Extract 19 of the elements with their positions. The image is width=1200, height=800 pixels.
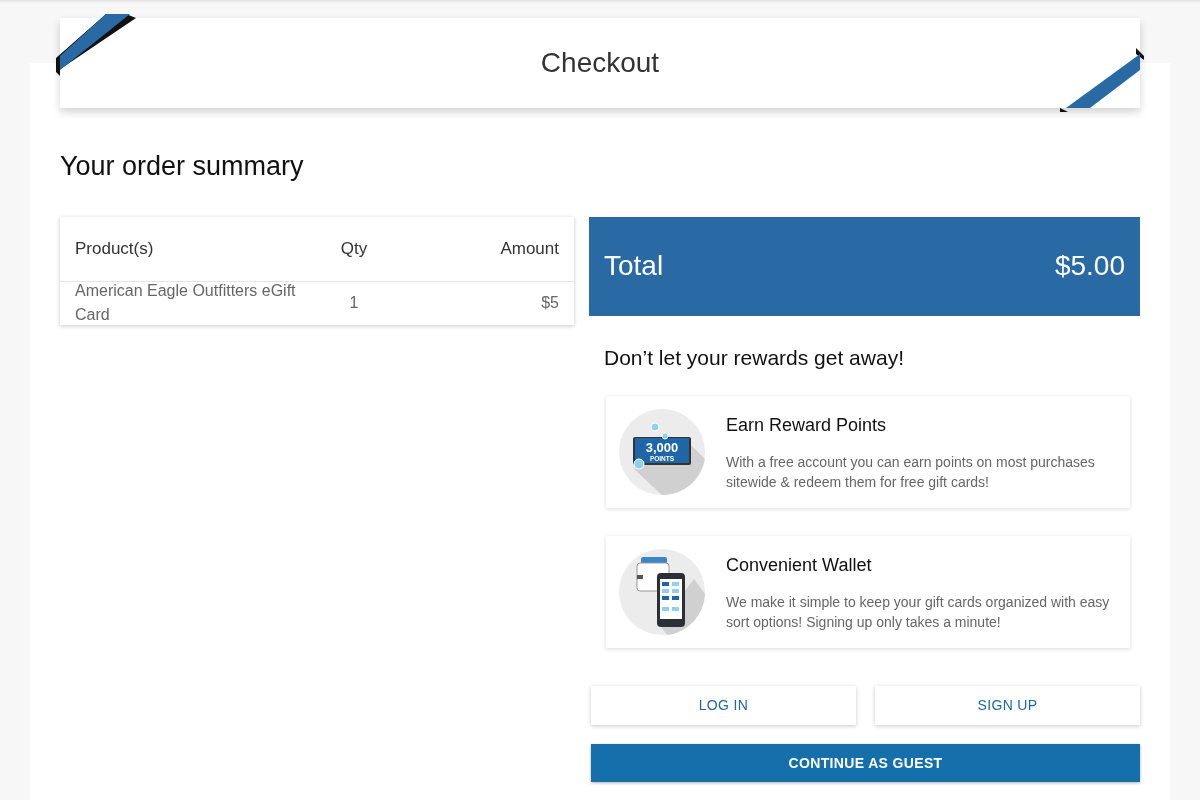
total-label: Total	[604, 249, 664, 283]
total-value: $5.00	[1054, 249, 1125, 283]
reward-title: Convenient Wallet	[726, 554, 872, 577]
column-header: Qty	[340, 238, 368, 258]
reward-description: We make it simple to keep your gift cards organized with easy sort options! Signing up only takes a minute!	[726, 593, 1110, 632]
account-button[interactable]: SIGN UP	[875, 686, 1140, 725]
column-header: Product(s)	[75, 238, 154, 258]
page-title: Checkout	[540, 46, 660, 80]
table-cell: 1	[349, 294, 359, 311]
rewards-heading: Don’t let your rewards get away!	[604, 344, 904, 371]
account-button[interactable]: LOG IN	[591, 686, 856, 725]
table-cell: $5	[541, 294, 559, 311]
table-cell: American Eagle Outfitters eGift Card	[75, 282, 296, 323]
reward-description: With a free account you can earn points on most purchases sitewide & redeem them for free gift cards!	[726, 453, 1096, 492]
wallet-phone-icon	[619, 549, 705, 635]
reward-title: Earn Reward Points	[726, 414, 887, 437]
column-header: Amount	[500, 238, 559, 258]
continue-as-guest-button[interactable]: CONTINUE AS GUEST	[591, 744, 1140, 782]
section-heading: Your order summary	[60, 150, 304, 183]
